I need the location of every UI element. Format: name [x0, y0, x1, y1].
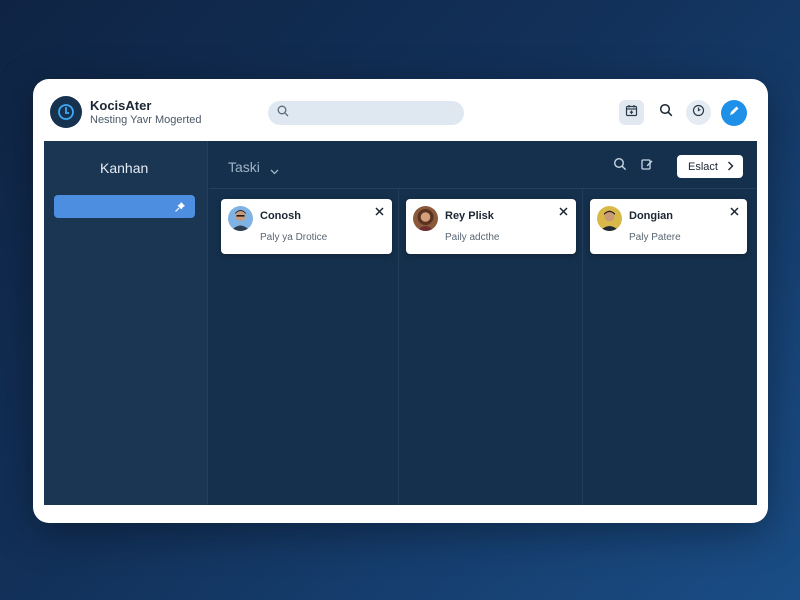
- app-header: KocisAter Nesting Yavr Mogerted: [33, 79, 768, 141]
- kanban-board: Kanhan Taski Eslact Conosh Paly ya Droti…: [44, 141, 757, 505]
- sidebar: Kanhan: [44, 141, 208, 505]
- app-window: KocisAter Nesting Yavr Mogerted Kanhan T…: [33, 79, 768, 523]
- avatar: [413, 206, 438, 231]
- card-subtitle: Paily adcthe: [445, 232, 500, 243]
- edit-icon: [728, 104, 740, 122]
- card-name: Conosh: [260, 210, 301, 222]
- sidebar-item-active[interactable]: [54, 195, 195, 218]
- chevron-down-icon[interactable]: [270, 162, 279, 180]
- task-card[interactable]: Conosh Paly ya Drotice: [221, 199, 392, 254]
- close-icon[interactable]: [373, 205, 385, 217]
- app-logo-icon[interactable]: [50, 96, 82, 128]
- select-button[interactable]: Eslact: [677, 155, 743, 178]
- app-title: KocisAter: [90, 98, 152, 113]
- card-name: Dongian: [629, 210, 673, 222]
- sidebar-title: Kanhan: [100, 160, 149, 176]
- close-icon[interactable]: [728, 205, 740, 217]
- search-input[interactable]: [295, 107, 455, 119]
- clock-icon: [692, 104, 705, 122]
- note-edit-icon[interactable]: [640, 157, 654, 176]
- avatar: [228, 206, 253, 231]
- app-subtitle: Nesting Yavr Mogerted: [90, 114, 202, 126]
- board-toolbar: Taski Eslact: [209, 141, 757, 189]
- calendar-icon: [625, 104, 638, 122]
- search-bar[interactable]: [268, 101, 464, 125]
- column-divider: [582, 189, 583, 505]
- search-icon[interactable]: [613, 157, 627, 176]
- chevron-right-icon: [727, 161, 734, 174]
- close-icon[interactable]: [557, 205, 569, 217]
- search-icon: [277, 104, 289, 122]
- header-search-button[interactable]: [653, 100, 678, 125]
- card-subtitle: Paly Patere: [629, 232, 681, 243]
- pin-icon[interactable]: [174, 200, 186, 218]
- card-name: Rey Plisk: [445, 210, 494, 222]
- tasks-dropdown-label[interactable]: Taski: [228, 159, 260, 175]
- search-icon: [659, 103, 673, 122]
- select-button-label: Eslact: [688, 160, 718, 173]
- calendar-button[interactable]: [619, 100, 644, 125]
- card-subtitle: Paly ya Drotice: [260, 232, 328, 243]
- avatar: [597, 206, 622, 231]
- column-divider: [398, 189, 399, 505]
- task-card[interactable]: Rey Plisk Paily adcthe: [406, 199, 576, 254]
- edit-button[interactable]: [721, 100, 747, 126]
- clock-button[interactable]: [686, 100, 711, 125]
- task-card[interactable]: Dongian Paly Patere: [590, 199, 747, 254]
